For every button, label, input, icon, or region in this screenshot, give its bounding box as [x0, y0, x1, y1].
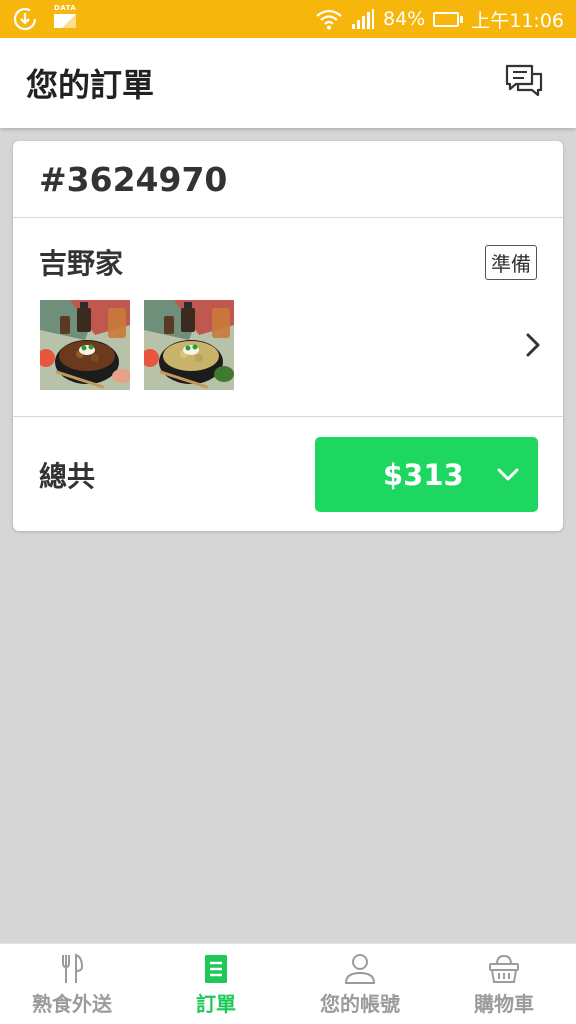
item-thumbnails	[40, 300, 234, 390]
receipt-icon	[204, 952, 228, 986]
download-icon	[12, 6, 38, 32]
nav-label: 熟食外送	[32, 991, 112, 1016]
mobile-data-icon: DATA	[52, 4, 78, 30]
chat-button[interactable]	[500, 59, 548, 107]
order-card[interactable]: #3624970 吉野家 準備 總共 $313	[13, 141, 563, 531]
total-amount: $313	[383, 457, 464, 492]
signal-icon	[351, 8, 375, 30]
status-bar: DATA 84% 上午11:06	[0, 0, 576, 38]
nav-item-account[interactable]: 您的帳號	[288, 944, 432, 1024]
order-id: #3624970	[39, 159, 228, 199]
basket-icon	[488, 952, 520, 986]
chicken-bowl-photo	[144, 300, 234, 390]
nav-item-food-delivery[interactable]: 熟食外送	[0, 944, 144, 1024]
total-section: 總共 $313	[13, 417, 563, 530]
total-label: 總共	[39, 460, 96, 493]
order-id-row: #3624970	[13, 141, 563, 218]
restaurant-name: 吉野家	[39, 247, 124, 280]
wifi-icon	[315, 8, 343, 30]
order-items-section[interactable]: 吉野家 準備	[13, 218, 563, 417]
data-label: DATA	[54, 4, 77, 12]
total-amount-button[interactable]: $313	[315, 437, 538, 512]
app-bar: 您的訂單	[0, 38, 576, 128]
chevron-right-icon[interactable]	[521, 330, 545, 360]
fork-knife-icon	[60, 952, 84, 986]
page-title: 您的訂單	[26, 66, 155, 104]
battery-icon	[433, 11, 464, 27]
nav-label: 您的帳號	[320, 991, 400, 1016]
nav-item-cart[interactable]: 購物車	[432, 944, 576, 1024]
chevron-down-icon	[496, 467, 520, 483]
nav-label: 訂單	[196, 991, 236, 1016]
status-badge: 準備	[485, 245, 537, 280]
nav-item-orders[interactable]: 訂單	[144, 944, 288, 1024]
chat-bubbles-icon	[504, 63, 544, 103]
person-icon	[344, 952, 376, 986]
battery-percent: 84%	[383, 8, 426, 30]
nav-label: 購物車	[474, 991, 534, 1016]
status-time: 上午11:06	[471, 9, 564, 32]
beef-bowl-photo	[40, 300, 130, 390]
bottom-nav: 熟食外送 訂單 您的帳號 購物車	[0, 943, 576, 1024]
